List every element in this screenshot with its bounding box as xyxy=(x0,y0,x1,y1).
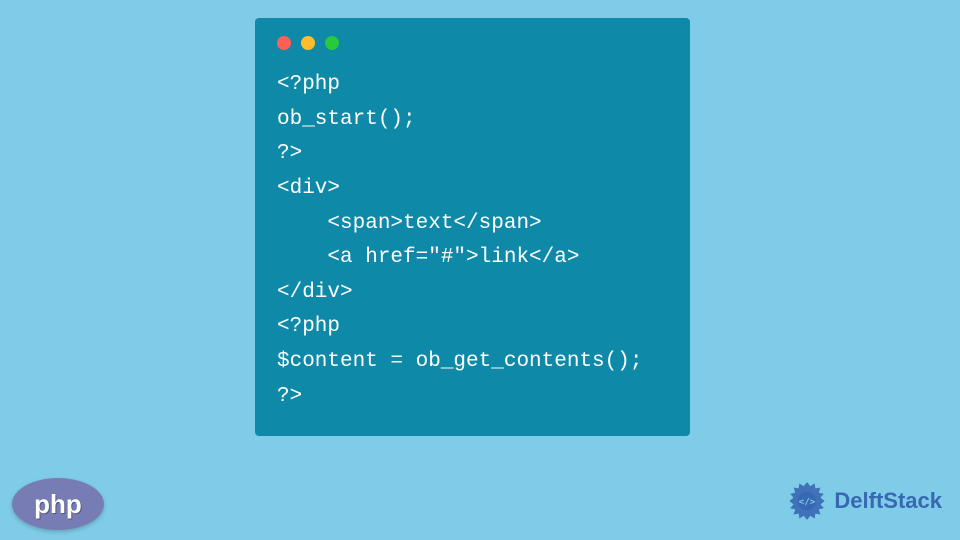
code-block: <?php ob_start(); ?> <div> <span>text</s… xyxy=(277,68,668,414)
close-icon xyxy=(277,36,291,50)
php-logo-text: php xyxy=(34,489,82,520)
code-window: <?php ob_start(); ?> <div> <span>text</s… xyxy=(255,18,690,436)
delftstack-logo: </> DelftStack xyxy=(786,480,942,522)
svg-text:</>: </> xyxy=(799,496,816,507)
maximize-icon xyxy=(325,36,339,50)
php-logo: php xyxy=(12,478,104,530)
minimize-icon xyxy=(301,36,315,50)
delftstack-icon: </> xyxy=(786,480,828,522)
delftstack-text: DelftStack xyxy=(834,488,942,514)
traffic-lights xyxy=(277,36,668,50)
